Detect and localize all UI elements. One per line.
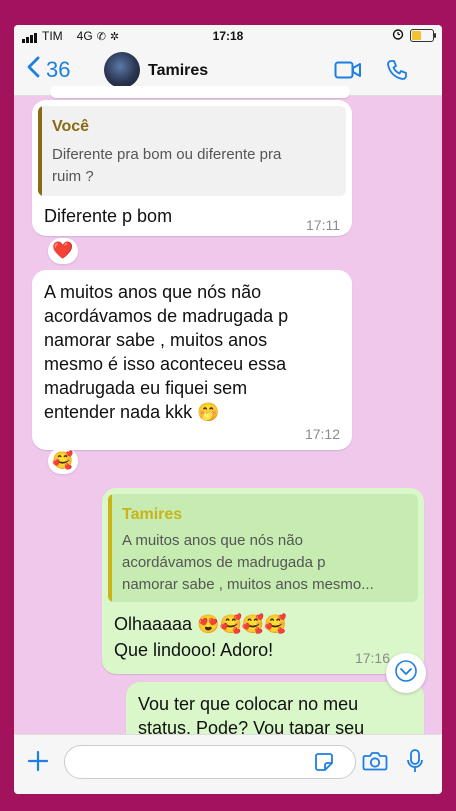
battery-icon <box>410 29 436 42</box>
scroll-down-button[interactable] <box>386 653 426 693</box>
plus-icon <box>26 750 50 777</box>
top-bubble-remnant <box>50 86 350 98</box>
input-bar <box>14 734 442 794</box>
unread-count: 36 <box>46 57 71 82</box>
message-bubble-incoming[interactable]: Você Diferente pra bom ou diferente pra … <box>32 100 352 236</box>
quote-text: Diferente pra bom ou diferente pra <box>52 146 282 163</box>
message-time: 17:11 <box>306 217 340 233</box>
camera-icon <box>362 752 388 776</box>
quote-author: Tamires <box>122 506 183 523</box>
message-bubble-outgoing[interactable]: Tamires A muitos anos que nós não acordá… <box>102 488 424 674</box>
quote-text: ruim ? <box>52 168 94 185</box>
quote-author: Você <box>52 118 90 135</box>
message-line: madrugada eu fiquei sem <box>44 378 248 398</box>
back-button[interactable]: 36 <box>26 56 70 84</box>
quote-text: A muitos anos que nós não <box>122 532 303 549</box>
message-line: mesmo é isso aconteceu essa <box>44 354 287 374</box>
avatar[interactable] <box>104 52 140 88</box>
message-time: 17:12 <box>304 426 340 442</box>
status-time: 17:18 <box>212 29 244 43</box>
message-line: namorar sabe , muitos anos <box>44 330 268 350</box>
smiling-hearts-reaction[interactable]: 🥰 <box>48 448 78 474</box>
voice-message-button[interactable] <box>406 748 424 779</box>
contact-name[interactable]: Tamires <box>148 62 208 80</box>
quote-bar <box>38 106 42 196</box>
quoted-message[interactable]: Você Diferente pra bom ou diferente pra … <box>38 106 346 196</box>
message-line: Que lindooo! Adoro! <box>114 640 274 660</box>
quote-bar <box>108 494 112 602</box>
message-bubble-incoming[interactable]: A muitos anos que nós não acordávamos de… <box>32 270 352 450</box>
microphone-icon <box>406 749 424 778</box>
status-bar: TIM 4G ✆ ✲ 17:18 <box>14 25 442 47</box>
quote-text: namorar sabe , muitos anos mesmo... <box>122 576 374 593</box>
chevron-left-icon <box>26 56 40 84</box>
heart-reaction[interactable]: ❤️ <box>48 238 78 264</box>
message-line: entender nada kkk 🤭 <box>44 402 220 422</box>
message-time: 17:16 <box>354 650 390 666</box>
message-line: acordávamos de madrugada p <box>44 306 289 326</box>
add-attachment-button[interactable] <box>26 749 50 778</box>
message-line: A muitos anos que nós não <box>44 282 262 302</box>
quote-text: acordávamos de madrugada p <box>122 554 326 571</box>
chevron-down-icon <box>394 659 418 688</box>
alarm-icon <box>392 28 404 43</box>
phone-call-icon[interactable] <box>386 59 408 86</box>
video-call-icon[interactable] <box>334 59 362 86</box>
sticker-button[interactable] <box>314 752 334 777</box>
message-line: Vou ter que colocar no meu <box>138 694 359 714</box>
phone-screen: TIM 4G ✆ ✲ 17:18 36 Tamires Você Diferen… <box>14 25 442 794</box>
quoted-message[interactable]: Tamires A muitos anos que nós não acordá… <box>108 494 418 602</box>
sticker-icon <box>314 753 334 776</box>
camera-button[interactable] <box>362 750 388 777</box>
message-line: Olhaaaaa 😍🥰🥰🥰 <box>114 614 287 634</box>
message-input[interactable] <box>64 745 356 779</box>
message-text: Diferente p bom <box>44 206 173 226</box>
chat-area[interactable]: Você Diferente pra bom ou diferente pra … <box>14 86 442 762</box>
